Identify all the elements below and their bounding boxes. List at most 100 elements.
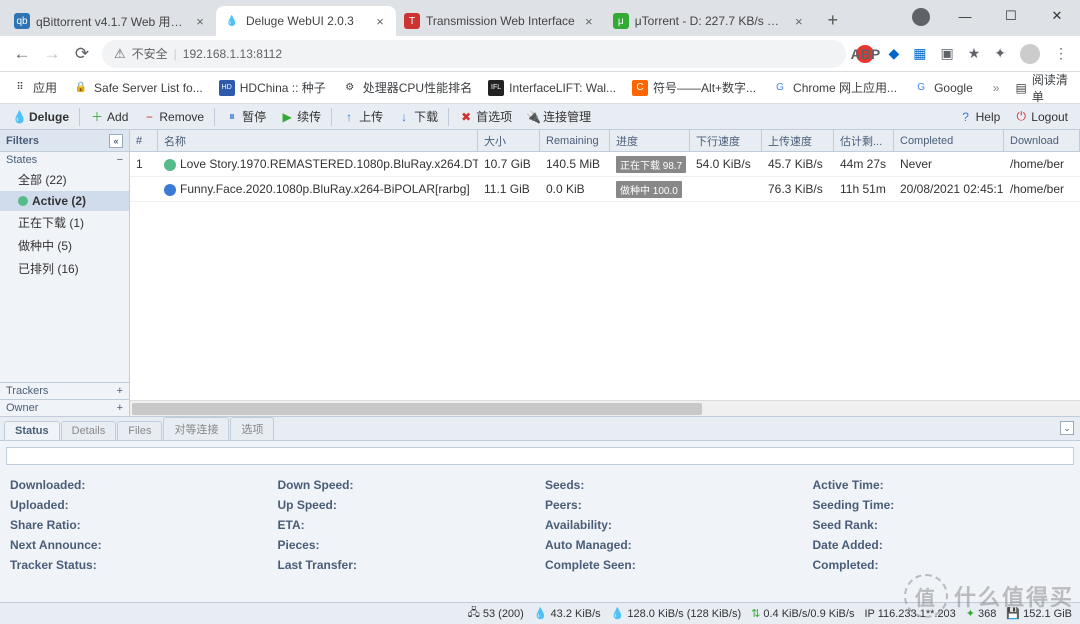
- tab-files[interactable]: Files: [117, 421, 162, 440]
- col-index[interactable]: #: [130, 130, 158, 151]
- col-upspeed[interactable]: 上传速度: [762, 130, 834, 151]
- col-remaining[interactable]: Remaining: [540, 130, 610, 151]
- apps-bookmark[interactable]: ⠿应用: [12, 79, 57, 96]
- extension-icon[interactable]: ▣: [940, 45, 953, 62]
- back-button[interactable]: ←: [12, 44, 32, 64]
- profile-icon[interactable]: [1020, 44, 1040, 64]
- close-tab-icon[interactable]: ×: [372, 13, 388, 29]
- pause-button[interactable]: ⏸暂停: [219, 106, 272, 127]
- collapse-icon[interactable]: «: [109, 134, 123, 148]
- tab-peers[interactable]: 对等连接: [163, 417, 229, 440]
- resume-button[interactable]: ▶续传: [274, 106, 327, 127]
- extension-icon[interactable]: ★: [968, 45, 981, 62]
- preferences-button[interactable]: ✖首选项: [453, 106, 518, 127]
- move-down-button[interactable]: ↓下载: [391, 106, 444, 127]
- close-tab-icon[interactable]: ×: [581, 13, 597, 29]
- detail-row: Active Time:: [813, 475, 1071, 495]
- detail-row: Complete Seen:: [545, 555, 803, 575]
- horizontal-scrollbar[interactable]: [130, 400, 1080, 416]
- extension-icon[interactable]: ▦: [913, 45, 926, 62]
- tab-status[interactable]: Status: [4, 421, 60, 440]
- browser-tab[interactable]: μ μTorrent - D: 227.7 KB/s U: 0 ×: [605, 6, 815, 36]
- bookmark-item[interactable]: 🔒Safe Server List fo...: [73, 80, 203, 96]
- connections-status[interactable]: 🖧53 (200): [468, 604, 524, 623]
- col-progress[interactable]: 进度: [610, 130, 690, 151]
- sidebar-item-all[interactable]: 全部 (22): [0, 168, 129, 191]
- extension-icon[interactable]: ◆: [888, 45, 899, 62]
- network-speed-status[interactable]: 💧128.0 KiB/s (128 KiB/s): [611, 607, 741, 620]
- browser-tab[interactable]: qb qBittorrent v4.1.7 Web 用户界 ×: [6, 6, 216, 36]
- maximize-button[interactable]: ☐: [988, 0, 1034, 32]
- extensions-menu-icon[interactable]: ✦: [994, 45, 1006, 62]
- minimize-button[interactable]: —: [942, 0, 988, 32]
- profile-avatar[interactable]: [912, 8, 930, 26]
- tab-options[interactable]: 选项: [230, 417, 274, 440]
- detail-row: Next Announce:: [10, 535, 268, 555]
- detail-row: Tracker Status:: [10, 555, 268, 575]
- logout-button[interactable]: ⏻Logout: [1008, 107, 1074, 126]
- col-eta[interactable]: 估计剩...: [834, 130, 894, 151]
- detail-row: Uploaded:: [10, 495, 268, 515]
- close-window-button[interactable]: ✕: [1034, 0, 1080, 32]
- download-speed-status[interactable]: 💧43.2 KiB/s: [534, 607, 601, 620]
- states-group[interactable]: States−: [0, 152, 129, 168]
- dht-status[interactable]: ✦368: [966, 607, 997, 620]
- expand-icon[interactable]: +: [117, 385, 123, 397]
- new-tab-button[interactable]: +: [819, 6, 847, 34]
- security-warning-icon: ⚠: [114, 46, 126, 62]
- col-completed[interactable]: Completed: [894, 130, 1004, 151]
- deluge-brand: 💧Deluge: [6, 108, 75, 126]
- sidebar-item-seeding[interactable]: 做种中 (5): [0, 234, 129, 257]
- collapse-details-icon[interactable]: ⌄: [1060, 421, 1074, 435]
- detail-row: Seed Rank:: [813, 515, 1071, 535]
- bookmark-item[interactable]: HDHDChina :: 种子: [219, 79, 326, 96]
- col-download-path[interactable]: Download: [1004, 130, 1080, 151]
- tab-title: Transmission Web Interface: [426, 14, 575, 28]
- detail-row: Auto Managed:: [545, 535, 803, 555]
- bookmark-item[interactable]: IFLInterfaceLIFT: Wal...: [488, 80, 616, 96]
- bookmark-item[interactable]: C符号——Alt+数字...: [632, 79, 756, 96]
- deluge-toolbar: 💧Deluge ＋Add −Remove ⏸暂停 ▶续传 ↑上传 ↓下载 ✖首选…: [0, 104, 1080, 130]
- trackers-group[interactable]: Trackers+: [0, 382, 129, 399]
- detail-row: Completed:: [813, 555, 1071, 575]
- col-name[interactable]: 名称: [158, 130, 478, 151]
- owner-group[interactable]: Owner+: [0, 399, 129, 416]
- move-up-button[interactable]: ↑上传: [336, 106, 389, 127]
- connection-manager-button[interactable]: 🔌连接管理: [520, 106, 597, 127]
- omnibox[interactable]: ⚠ 不安全 | 192.168.1.13:8112: [102, 40, 846, 68]
- collapse-icon[interactable]: −: [117, 154, 123, 166]
- table-row[interactable]: 1Love Story.1970.REMASTERED.1080p.BluRay…: [130, 152, 1080, 177]
- torrent-grid: # 名称 大小 Remaining 进度 下行速度 上传速度 估计剩... Co…: [130, 130, 1080, 416]
- add-button[interactable]: ＋Add: [84, 106, 134, 127]
- close-tab-icon[interactable]: ×: [192, 13, 208, 29]
- help-button[interactable]: ?Help: [953, 108, 1007, 126]
- close-tab-icon[interactable]: ×: [791, 13, 807, 29]
- abp-extension-icon[interactable]: ABP: [856, 45, 874, 63]
- disk-io-status[interactable]: ⇅0.4 KiB/s/0.9 KiB/s: [751, 607, 854, 620]
- filters-header[interactable]: Filters«: [0, 130, 129, 152]
- grid-header: # 名称 大小 Remaining 进度 下行速度 上传速度 估计剩... Co…: [130, 130, 1080, 152]
- browser-tab[interactable]: T Transmission Web Interface ×: [396, 6, 605, 36]
- bookmark-item[interactable]: GChrome 网上应用...: [772, 79, 897, 96]
- expand-icon[interactable]: +: [117, 402, 123, 414]
- bookmarks-overflow[interactable]: »: [993, 81, 1000, 95]
- tab-details[interactable]: Details: [61, 421, 117, 440]
- deluge-main: Filters« States− 全部 (22) Active (2) 正在下载…: [0, 130, 1080, 416]
- bookmark-item[interactable]: GGoogle: [913, 80, 973, 96]
- table-row[interactable]: Funny.Face.2020.1080p.BluRay.x264-BiPOLA…: [130, 177, 1080, 202]
- remove-button[interactable]: −Remove: [136, 108, 210, 126]
- reading-list-button[interactable]: ▤阅读清单: [1015, 71, 1068, 105]
- col-size[interactable]: 大小: [478, 130, 540, 151]
- details-tabstrip: Status Details Files 对等连接 选项 ⌄: [0, 417, 1080, 441]
- scrollbar-thumb[interactable]: [132, 403, 702, 415]
- bookmark-item[interactable]: ⚙处理器CPU性能排名: [342, 79, 472, 96]
- col-downspeed[interactable]: 下行速度: [690, 130, 762, 151]
- download-icon: 💧: [534, 607, 548, 620]
- browser-tab[interactable]: 💧 Deluge WebUI 2.0.3 ×: [216, 6, 396, 36]
- reload-button[interactable]: ⟳: [72, 44, 92, 64]
- sidebar-item-queued[interactable]: 已排列 (16): [0, 257, 129, 280]
- tab-title: Deluge WebUI 2.0.3: [246, 14, 366, 28]
- sidebar-item-downloading[interactable]: 正在下载 (1): [0, 211, 129, 234]
- sidebar-item-active[interactable]: Active (2): [0, 191, 129, 211]
- menu-icon[interactable]: ⋮: [1054, 45, 1068, 62]
